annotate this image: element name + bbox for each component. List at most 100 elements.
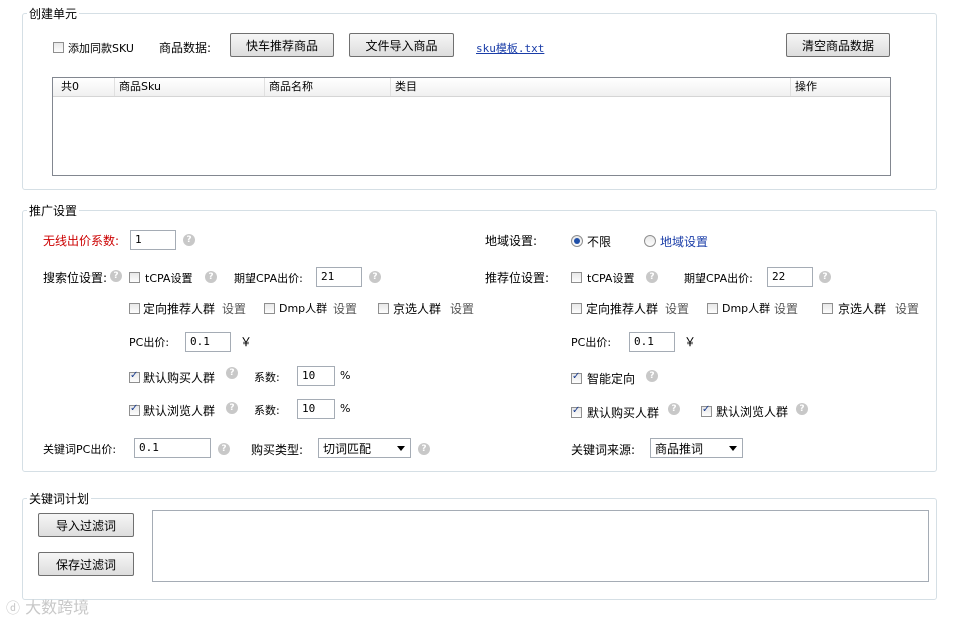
search-buy-coef-label: 系数: [254, 371, 280, 384]
product-data-label: 商品数据: [159, 41, 212, 55]
buy-type-help-icon[interactable]: ? [418, 443, 430, 455]
recommend-directed-crowd-label: 定向推荐人群 [586, 302, 659, 316]
search-tcpa-help-icon[interactable]: ? [205, 271, 217, 283]
kw-plan-legend: 关键词计划 [27, 490, 92, 507]
search-pc-bid-label: PC出价: [129, 336, 170, 349]
search-pos-label: 搜索位设置: [43, 271, 108, 285]
wireless-bid-label: 无线出价系数: [43, 234, 120, 248]
product-table[interactable]: 共0 商品Sku 商品名称 类目 操作 [52, 77, 891, 176]
recommend-cpa-help-icon[interactable]: ? [819, 271, 831, 283]
import-filter-button[interactable]: 导入过滤词 [38, 513, 134, 537]
recommend-default-browse-label: 默认浏览人群 [716, 405, 789, 419]
search-directed-crowd-setting[interactable]: 设置 [222, 300, 246, 317]
smart-direct-help-icon[interactable]: ? [646, 370, 658, 382]
search-buy-coef-percent: % [340, 369, 351, 382]
search-jd-crowd-checkbox[interactable] [378, 303, 389, 314]
search-default-buy-help-icon[interactable]: ? [226, 367, 238, 379]
recommend-pos-label: 推荐位设置: [485, 271, 550, 285]
recommend-jd-crowd-label: 京选人群 [838, 302, 887, 316]
search-dmp-crowd-checkbox[interactable] [264, 303, 275, 314]
add-same-sku-label: 添加同款SKU [68, 42, 134, 55]
chevron-down-icon [397, 446, 405, 451]
save-filter-button[interactable]: 保存过滤词 [38, 552, 134, 576]
kuaiche-recommend-button[interactable]: 快车推荐商品 [230, 33, 334, 57]
recommend-jd-crowd-setting[interactable]: 设置 [895, 300, 919, 317]
recommend-default-buy-label: 默认购买人群 [587, 406, 660, 420]
search-dmp-crowd-setting[interactable]: 设置 [333, 300, 357, 317]
smart-direct-label: 智能定向 [587, 372, 636, 386]
recommend-cpa-input[interactable]: 22 [767, 267, 813, 287]
clear-products-button[interactable]: 清空商品数据 [786, 33, 890, 57]
search-browse-coef-input[interactable]: 10 [297, 399, 335, 419]
search-pos-help-icon[interactable]: ? [110, 270, 122, 282]
chevron-down-icon [729, 446, 737, 451]
recommend-tcpa-checkbox[interactable] [571, 272, 582, 283]
search-directed-crowd-label: 定向推荐人群 [143, 302, 216, 316]
search-default-browse-help-icon[interactable]: ? [226, 402, 238, 414]
wireless-bid-help-icon[interactable]: ? [183, 234, 195, 246]
search-default-buy-label: 默认购买人群 [143, 371, 216, 385]
recommend-directed-crowd-checkbox[interactable] [571, 303, 582, 314]
search-buy-coef-input[interactable]: 10 [297, 366, 335, 386]
filter-words-textarea[interactable] [152, 510, 929, 582]
search-cpa-input[interactable]: 21 [316, 267, 362, 287]
recommend-dmp-crowd-checkbox[interactable] [707, 303, 718, 314]
region-setting-radio[interactable] [644, 235, 656, 247]
search-expected-cpa-label: 期望CPA出价: [234, 272, 303, 285]
recommend-pc-bid-input[interactable]: 0.1 [629, 332, 675, 352]
col-name: 商品名称 [265, 78, 391, 96]
sku-template-link[interactable]: sku模板.txt [476, 40, 544, 56]
kw-source-select[interactable]: 商品推词 [650, 438, 743, 458]
col-action: 操作 [795, 80, 817, 93]
recommend-pc-bid-label: PC出价: [571, 336, 612, 349]
kw-pc-bid-label: 关键词PC出价: [43, 443, 117, 456]
watermark: ⓓ 大数跨境 [6, 594, 89, 618]
search-tcpa-checkbox[interactable] [129, 272, 140, 283]
watermark-logo-icon: ⓓ [6, 601, 20, 617]
buy-type-label: 购买类型: [251, 443, 304, 457]
region-unlimited-label: 不限 [587, 235, 612, 249]
search-cpa-help-icon[interactable]: ? [369, 271, 381, 283]
smart-direct-checkbox[interactable] [571, 371, 582, 384]
recommend-expected-cpa-label: 期望CPA出价: [684, 272, 753, 285]
wireless-bid-input[interactable]: 1 [130, 230, 176, 250]
region-label: 地域设置: [485, 234, 538, 248]
recommend-dmp-crowd-setting[interactable]: 设置 [774, 300, 798, 317]
region-setting-label[interactable]: 地域设置 [660, 233, 708, 250]
recommend-tcpa-help-icon[interactable]: ? [646, 271, 658, 283]
region-unlimited-radio[interactable] [571, 235, 583, 247]
search-pc-bid-input[interactable]: 0.1 [185, 332, 231, 352]
file-import-button[interactable]: 文件导入商品 [349, 33, 454, 57]
recommend-default-browse-help-icon[interactable]: ? [796, 403, 808, 415]
search-browse-coef-percent: % [340, 402, 351, 415]
search-currency: ￥ [240, 335, 253, 349]
watermark-text: 大数跨境 [25, 598, 90, 617]
search-default-browse-checkbox[interactable] [129, 403, 140, 416]
search-jd-crowd-label: 京选人群 [393, 302, 442, 316]
search-jd-crowd-setting[interactable]: 设置 [450, 300, 474, 317]
recommend-directed-crowd-setting[interactable]: 设置 [665, 300, 689, 317]
kw-source-label: 关键词来源: [571, 443, 636, 457]
search-dmp-crowd-label: Dmp人群 [279, 302, 328, 315]
kw-pc-bid-input[interactable]: 0.1 [134, 438, 211, 458]
product-table-header: 共0 商品Sku 商品名称 类目 操作 [53, 78, 890, 97]
recommend-default-browse-checkbox[interactable] [701, 404, 712, 417]
buy-type-value: 切词匹配 [323, 442, 372, 456]
add-same-sku-checkbox[interactable] [53, 42, 64, 53]
buy-type-select[interactable]: 切词匹配 [318, 438, 411, 458]
recommend-dmp-crowd-label: Dmp人群 [722, 302, 771, 315]
col-sku: 商品Sku [115, 78, 265, 96]
recommend-tcpa-label: tCPA设置 [587, 272, 635, 285]
col-category: 类目 [391, 78, 791, 96]
recommend-default-buy-checkbox[interactable] [571, 405, 582, 418]
kw-source-value: 商品推词 [655, 442, 704, 456]
recommend-default-buy-help-icon[interactable]: ? [668, 403, 680, 415]
search-directed-crowd-checkbox[interactable] [129, 303, 140, 314]
recommend-currency: ￥ [684, 335, 697, 349]
search-default-buy-checkbox[interactable] [129, 370, 140, 383]
kw-pc-bid-help-icon[interactable]: ? [218, 443, 230, 455]
col-count: 共0 [57, 78, 115, 96]
recommend-jd-crowd-checkbox[interactable] [822, 303, 833, 314]
search-browse-coef-label: 系数: [254, 404, 280, 417]
promo-legend: 推广设置 [27, 202, 80, 219]
